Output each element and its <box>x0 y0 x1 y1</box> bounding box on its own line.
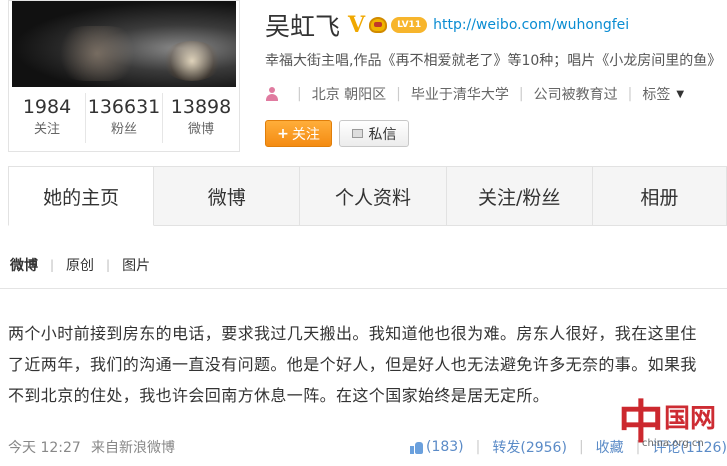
profile-bio: 幸福大街主唱,作品《再不相爱就老了》等10种；唱片《小龙房间里的鱼》 <box>265 53 722 69</box>
tags-link[interactable]: 标签 <box>642 84 670 104</box>
stat-number: 136631 <box>87 96 161 118</box>
filter-original[interactable]: 原创 <box>66 255 94 275</box>
level-badge[interactable]: LV11 <box>391 17 428 33</box>
tab-weibo[interactable]: 微博 <box>154 166 301 226</box>
like-count[interactable]: (183) <box>426 439 464 455</box>
post-source[interactable]: 来自新浪微博 <box>91 437 175 457</box>
education-link[interactable]: 毕业于清华大学 <box>411 84 509 104</box>
location-link[interactable]: 北京 朝阳区 <box>312 84 386 104</box>
follow-button[interactable]: + 关注 <box>265 120 332 147</box>
stat-followers[interactable]: 136631 粉丝 <box>86 93 163 143</box>
message-button[interactable]: 私信 <box>339 120 409 147</box>
profile-card: 1984 关注 136631 粉丝 13898 微博 <box>8 0 240 152</box>
profile-name-row: 吴虹飞 V LV11 http://weibo.com/wuhongfei <box>265 8 629 42</box>
plus-icon: + <box>277 125 289 142</box>
watermark-url: china.org.cn <box>642 438 704 449</box>
stat-following[interactable]: 1984 关注 <box>9 93 86 143</box>
post-time[interactable]: 今天 12:27 <box>8 437 81 457</box>
message-button-label: 私信 <box>368 126 397 143</box>
separator: | <box>106 258 111 272</box>
separator: | <box>518 86 524 102</box>
post-text: 两个小时前接到房东的电话，要求我过几天搬出。我知道他也很为难。房东人很好，我在这… <box>8 324 697 405</box>
profile-name: 吴虹飞 <box>265 12 341 41</box>
divider <box>0 288 727 289</box>
person-icon <box>265 87 279 101</box>
message-icon <box>351 129 363 138</box>
filter-images[interactable]: 图片 <box>122 255 150 275</box>
chevron-down-icon[interactable]: ▼ <box>676 89 684 100</box>
watermark-logo: 中 国网 china.org.cn <box>612 386 724 462</box>
separator: | <box>475 439 481 455</box>
homepage-link[interactable]: http://weibo.com/wuhongfei <box>433 17 629 33</box>
tab-profile-info[interactable]: 个人资料 <box>300 166 447 226</box>
separator: | <box>297 86 302 102</box>
verified-badge[interactable]: V <box>348 12 365 38</box>
tab-follow-fans[interactable]: 关注/粉丝 <box>446 166 593 226</box>
repost-link[interactable]: 转发(2956) <box>492 437 567 457</box>
avatar-highlight <box>52 26 142 81</box>
separator: | <box>396 86 401 102</box>
watermark-word: 国网 <box>664 404 717 434</box>
profile-stats: 1984 关注 136631 粉丝 13898 微博 <box>9 93 239 143</box>
thumb-up-icon[interactable] <box>410 440 424 454</box>
avatar[interactable] <box>12 1 236 87</box>
stat-number: 1984 <box>22 96 72 118</box>
filter-weibo[interactable]: 微博 <box>10 255 38 275</box>
separator: | <box>50 258 55 272</box>
follow-button-label: 关注 <box>291 126 320 143</box>
tab-home[interactable]: 她的主页 <box>8 166 155 226</box>
stat-posts[interactable]: 13898 微博 <box>163 93 239 143</box>
company-link[interactable]: 公司被教育过 <box>534 84 618 104</box>
stat-label: 粉丝 <box>110 122 137 137</box>
feed-filter: 微博 | 原创 | 图片 <box>10 255 150 275</box>
stat-number: 13898 <box>170 96 232 118</box>
profile-meta: | 北京 朝阳区 | 毕业于清华大学 | 公司被教育过 | 标签 ▼ <box>265 84 684 104</box>
crown-icon[interactable] <box>369 17 388 33</box>
stat-label: 关注 <box>33 122 60 137</box>
separator: | <box>627 86 633 102</box>
stat-label: 微博 <box>187 122 214 137</box>
tab-album[interactable]: 相册 <box>592 166 727 226</box>
profile-tabs: 她的主页 微博 个人资料 关注/粉丝 相册 <box>8 166 727 226</box>
avatar-highlight <box>162 41 222 81</box>
separator: | <box>578 439 584 455</box>
